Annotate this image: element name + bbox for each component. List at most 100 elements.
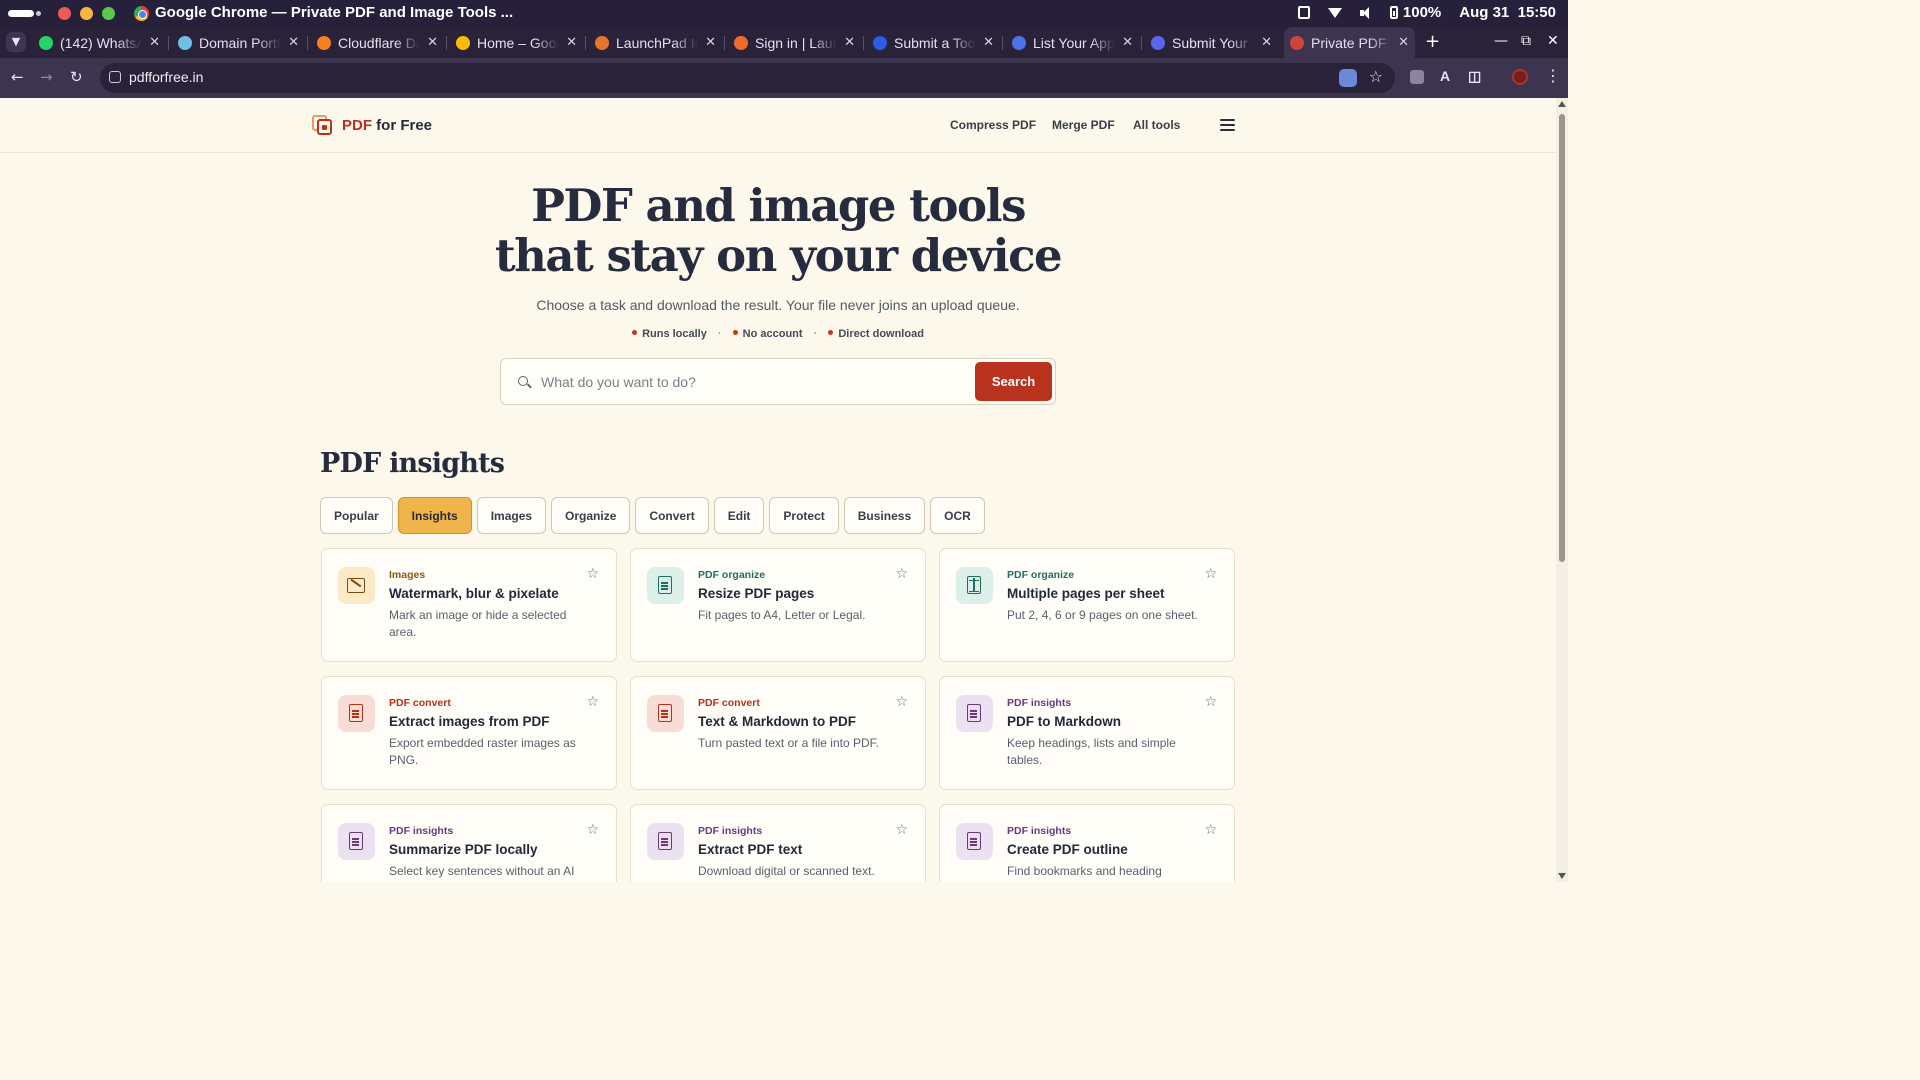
browser-tab[interactable]: Submit a Tool ✕ (867, 27, 1000, 58)
card-title[interactable]: Extract images from PDF (389, 714, 550, 729)
tool-card[interactable]: PDF organize Resize PDF pages Fit pages to… (630, 548, 926, 662)
favorite-star-icon[interactable]: ☆ (1204, 822, 1217, 838)
restore-icon[interactable]: ⧉ (1521, 33, 1531, 49)
browser-tab[interactable]: Cloudflare Dashboard ✕ (311, 27, 444, 58)
volume-icon[interactable] (1359, 6, 1372, 19)
clock-date[interactable]: Aug 31 15:50 (1459, 4, 1556, 21)
tool-card[interactable]: PDF convert Text & Markdown to PDF Turn pa… (630, 676, 926, 790)
minimize-icon[interactable]: — (1494, 33, 1508, 49)
workspace-indicator-icon[interactable] (8, 10, 34, 17)
favorite-star-icon[interactable]: ☆ (895, 822, 908, 838)
tab-search-button[interactable]: ▼ (6, 32, 26, 52)
resize-doc-icon (647, 567, 684, 604)
filter-chip-images[interactable]: Images (476, 497, 547, 534)
close-icon[interactable]: ✕ (1547, 33, 1559, 49)
card-title[interactable]: Resize PDF pages (698, 586, 814, 601)
browser-tab[interactable]: (142) WhatsApp ✕ (33, 27, 166, 58)
favorite-star-icon[interactable]: ☆ (586, 694, 599, 710)
nav-merge-pdf[interactable]: Merge PDF (1052, 118, 1115, 132)
card-title[interactable]: Text & Markdown to PDF (698, 714, 856, 729)
workspace-dot-icon[interactable] (36, 11, 41, 16)
tool-card[interactable]: PDF insights Create PDF outline Find bookm… (939, 804, 1235, 882)
filter-chip-convert[interactable]: Convert (635, 497, 709, 534)
card-title[interactable]: Summarize PDF locally (389, 842, 538, 857)
browser-menu-icon[interactable]: ⋮ (1545, 66, 1561, 85)
tab-close-icon[interactable]: ✕ (1122, 34, 1133, 50)
hamburger-menu-icon[interactable] (1220, 119, 1235, 131)
tool-card[interactable]: PDF insights Extract PDF text Download dig… (630, 804, 926, 882)
filter-chip-edit[interactable]: Edit (713, 497, 765, 534)
tab-separator (1002, 36, 1003, 50)
card-title[interactable]: Extract PDF text (698, 842, 802, 857)
tab-close-icon[interactable]: ✕ (1261, 34, 1272, 50)
browser-tab[interactable]: Home – Google Drive ✕ (450, 27, 583, 58)
tool-card[interactable]: PDF insights PDF to Markdown Keep headings… (939, 676, 1235, 790)
install-app-icon[interactable] (1339, 69, 1357, 87)
card-title[interactable]: Watermark, blur & pixelate (389, 586, 559, 601)
browser-tab[interactable]: Private PDF ✕ (1284, 27, 1415, 58)
search-input[interactable] (541, 369, 961, 395)
wifi-icon[interactable] (1327, 7, 1342, 18)
tool-card[interactable]: Images Watermark, blur & pixelate Mark an … (321, 548, 617, 662)
new-tab-button[interactable]: + (1425, 31, 1440, 52)
submit-your-icon (1151, 35, 1165, 50)
filter-chip-insights[interactable]: Insights (397, 497, 472, 534)
favorite-star-icon[interactable]: ☆ (895, 566, 908, 582)
card-title[interactable]: Multiple pages per sheet (1007, 586, 1165, 601)
tool-card[interactable]: PDF convert Extract images from PDF Export… (321, 676, 617, 790)
tab-close-icon[interactable]: ✕ (1398, 34, 1409, 50)
tab-close-icon[interactable]: ✕ (288, 34, 299, 50)
browser-tab[interactable]: Domain Portfolio ✕ (172, 27, 305, 58)
browser-tab[interactable]: List Your App ✕ (1006, 27, 1139, 58)
favorite-star-icon[interactable]: ☆ (895, 694, 908, 710)
favorite-star-icon[interactable]: ☆ (1204, 566, 1217, 582)
translate-extension-icon[interactable]: A (1440, 68, 1450, 84)
filter-chip-protect[interactable]: Protect (769, 497, 839, 534)
nav-all-tools[interactable]: All tools (1133, 118, 1180, 132)
favorite-star-icon[interactable]: ☆ (1204, 694, 1217, 710)
maximize-window-button[interactable] (102, 7, 115, 20)
tab-close-icon[interactable]: ✕ (427, 34, 438, 50)
filter-chip-popular[interactable]: Popular (320, 497, 393, 534)
tab-close-icon[interactable]: ✕ (705, 34, 716, 50)
reload-button[interactable]: ↻ (70, 68, 83, 86)
scroll-up-arrow-icon[interactable] (1558, 101, 1566, 107)
browser-tab[interactable]: LaunchPad Id ✕ (589, 27, 722, 58)
tool-card[interactable]: PDF insights Summarize PDF locally Select … (321, 804, 617, 882)
bookmark-star-icon[interactable]: ☆ (1369, 67, 1383, 86)
tool-card[interactable]: PDF organize Multiple pages per sheet Put … (939, 548, 1235, 662)
favorite-star-icon[interactable]: ☆ (586, 566, 599, 582)
scroll-thumb[interactable] (1559, 114, 1565, 562)
search-button[interactable]: Search (975, 362, 1052, 401)
card-title[interactable]: Create PDF outline (1007, 842, 1128, 857)
filter-chip-business[interactable]: Business (843, 497, 926, 534)
browser-tab[interactable]: Submit Your ✕ (1145, 27, 1278, 58)
close-window-button[interactable] (58, 7, 71, 20)
scroll-down-arrow-icon[interactable] (1558, 873, 1566, 879)
clipboard-icon[interactable] (1297, 6, 1310, 19)
minimize-window-button[interactable] (80, 7, 93, 20)
filter-chip-organize[interactable]: Organize (551, 497, 631, 534)
tab-close-icon[interactable]: ✕ (149, 34, 160, 50)
tab-label: (142) WhatsApp (60, 34, 142, 51)
tab-close-icon[interactable]: ✕ (844, 34, 855, 50)
favorite-star-icon[interactable]: ☆ (586, 822, 599, 838)
card-category: PDF organize (698, 569, 766, 581)
url-text[interactable]: pdfforfree.in (129, 69, 203, 85)
card-title[interactable]: PDF to Markdown (1007, 714, 1121, 729)
forward-button[interactable]: → (40, 68, 53, 86)
back-button[interactable]: ← (11, 68, 24, 86)
tab-close-icon[interactable]: ✕ (566, 34, 577, 50)
extensions-puzzle-icon[interactable]: ◫ (1468, 68, 1481, 85)
nav-compress-pdf[interactable]: Compress PDF (950, 118, 1036, 132)
tab-close-icon[interactable]: ✕ (983, 34, 994, 50)
site-logo[interactable]: PDF for Free (312, 115, 432, 136)
profile-avatar[interactable] (1512, 69, 1528, 85)
category-filters: Popular Insights Images Organize Convert Edit… (320, 497, 985, 534)
filter-chip-ocr[interactable]: OCR (930, 497, 985, 534)
page-scrollbar[interactable] (1556, 98, 1568, 882)
site-info-icon[interactable] (109, 71, 121, 83)
address-bar[interactable]: pdfforfree.in ☆ (100, 63, 1395, 93)
browser-tab[interactable]: Sign in | Launch ✕ (728, 27, 861, 58)
extension-cards-icon[interactable] (1410, 70, 1424, 84)
